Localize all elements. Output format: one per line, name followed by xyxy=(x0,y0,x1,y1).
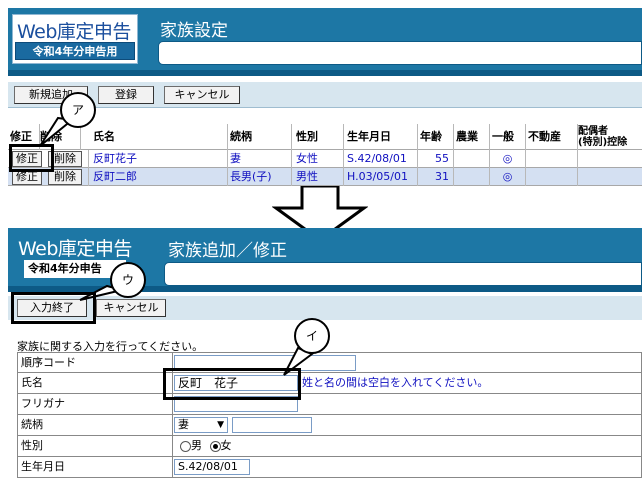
gender-male-label: 男 xyxy=(191,439,202,452)
logo-subtitle: 令和4年分申告用 xyxy=(15,42,135,60)
row-gender: 女性 xyxy=(292,150,344,168)
relation-select[interactable]: 妻 ▼ xyxy=(174,417,228,433)
family-edit-panel: Web庫定申告 令和4年分申告 家族追加／修正 入力終了 キャンセル 家族に関す… xyxy=(8,228,642,485)
callout-a: ア xyxy=(60,92,96,128)
row-general: ◎ xyxy=(490,168,526,186)
row-farming xyxy=(454,150,490,168)
relation-selected: 妻 xyxy=(178,418,189,431)
title-bar xyxy=(158,41,642,65)
row-name[interactable]: 反町二郎 xyxy=(88,168,228,186)
row-real-estate xyxy=(526,168,578,186)
col-age: 年齢 xyxy=(418,124,454,150)
form-row-gender: 性別 男 女 xyxy=(17,436,642,457)
form-row-furigana: フリガナ xyxy=(17,394,642,415)
table-row: 修正 削除 反町二郎 長男(子) 男性 H.03/05/01 31 ◎ xyxy=(8,168,642,186)
name-hint: 姓と名の間は空白を入れてください。 xyxy=(302,376,489,389)
header-stripe xyxy=(8,286,642,292)
birthday-input[interactable]: S.42/08/01 xyxy=(174,459,250,475)
toolbar: 新規追加 登録 キャンセル xyxy=(8,82,642,108)
app-header: Web庫定申告 令和4年分申告用 家族設定 xyxy=(8,8,642,76)
radio-dot xyxy=(212,443,218,449)
col-spouse-deduction: 配偶者 (特別)控除 xyxy=(578,126,628,148)
order-label: 順序コード xyxy=(18,353,173,373)
app-header: Web庫定申告 令和4年分申告 家族追加／修正 xyxy=(8,228,642,292)
family-settings-panel: Web庫定申告 令和4年分申告用 家族設定 新規追加 登録 キャンセル 修正 削… xyxy=(8,8,642,196)
row-relation: 妻 xyxy=(228,150,292,168)
chevron-down-icon: ▼ xyxy=(217,420,224,430)
row-general: ◎ xyxy=(490,150,526,168)
cancel-button[interactable]: キャンセル xyxy=(96,299,166,317)
app-logo: Web庫定申告 令和4年分申告用 xyxy=(12,14,138,64)
row-birthday: H.03/05/01 xyxy=(344,168,418,186)
page-title: 家族追加／修正 xyxy=(168,241,287,261)
cancel-button[interactable]: キャンセル xyxy=(164,86,240,104)
col-name: 氏名 xyxy=(81,124,228,150)
form-row-name: 氏名 反町 花子 姓と名の間は空白を入れてください。 xyxy=(17,373,642,394)
row-real-estate xyxy=(526,150,578,168)
row-birthday: S.42/08/01 xyxy=(344,150,418,168)
register-button[interactable]: 登録 xyxy=(98,86,154,104)
col-farming: 農業 xyxy=(454,124,490,150)
gender-female-radio[interactable] xyxy=(209,440,221,452)
name-label: 氏名 xyxy=(18,373,173,393)
row-age: 31 xyxy=(418,168,454,186)
col-gender: 性別 xyxy=(292,124,344,150)
col-relation: 続柄 xyxy=(228,124,292,150)
highlight-edit-button xyxy=(9,144,54,172)
table-row: 修正 削除 反町花子 妻 女性 S.42/08/01 55 ◎ xyxy=(8,150,642,168)
highlight-finish-button xyxy=(11,292,96,324)
highlight-name-field xyxy=(163,368,301,400)
relation-label: 続柄 xyxy=(18,415,173,435)
title-bar xyxy=(164,262,642,286)
gender-male-radio[interactable] xyxy=(180,440,191,452)
form-row-relation: 続柄 妻 ▼ xyxy=(17,415,642,436)
gender-label: 性別 xyxy=(18,436,173,456)
logo-title: Web庫定申告 xyxy=(18,238,132,260)
col-real-estate: 不動産 xyxy=(526,124,578,150)
callout-c: ウ xyxy=(110,262,146,298)
gender-female-label: 女 xyxy=(220,439,232,452)
header-stripe xyxy=(8,70,642,76)
table-header: 修正 削除 氏名 続柄 性別 生年月日 年齢 農業 一般 不動産 配偶者 (特別… xyxy=(8,124,642,150)
col-birthday: 生年月日 xyxy=(344,124,418,150)
form-row-birthday: 生年月日 S.42/08/01 xyxy=(17,457,642,478)
callout-b: イ xyxy=(294,318,330,354)
furigana-label: フリガナ xyxy=(18,394,173,414)
logo-title: Web庫定申告 xyxy=(17,21,131,43)
row-gender: 男性 xyxy=(292,168,344,186)
page-title: 家族設定 xyxy=(160,21,228,41)
birthday-label: 生年月日 xyxy=(18,457,173,477)
relation-extra-input[interactable] xyxy=(232,417,312,433)
row-relation: 長男(子) xyxy=(228,168,292,186)
col-general: 一般 xyxy=(490,124,526,150)
row-name[interactable]: 反町花子 xyxy=(88,150,228,168)
row-age: 55 xyxy=(418,150,454,168)
toolbar: 入力終了 キャンセル xyxy=(8,296,642,320)
row-farming xyxy=(454,168,490,186)
form-row-order: 順序コード xyxy=(17,352,642,373)
